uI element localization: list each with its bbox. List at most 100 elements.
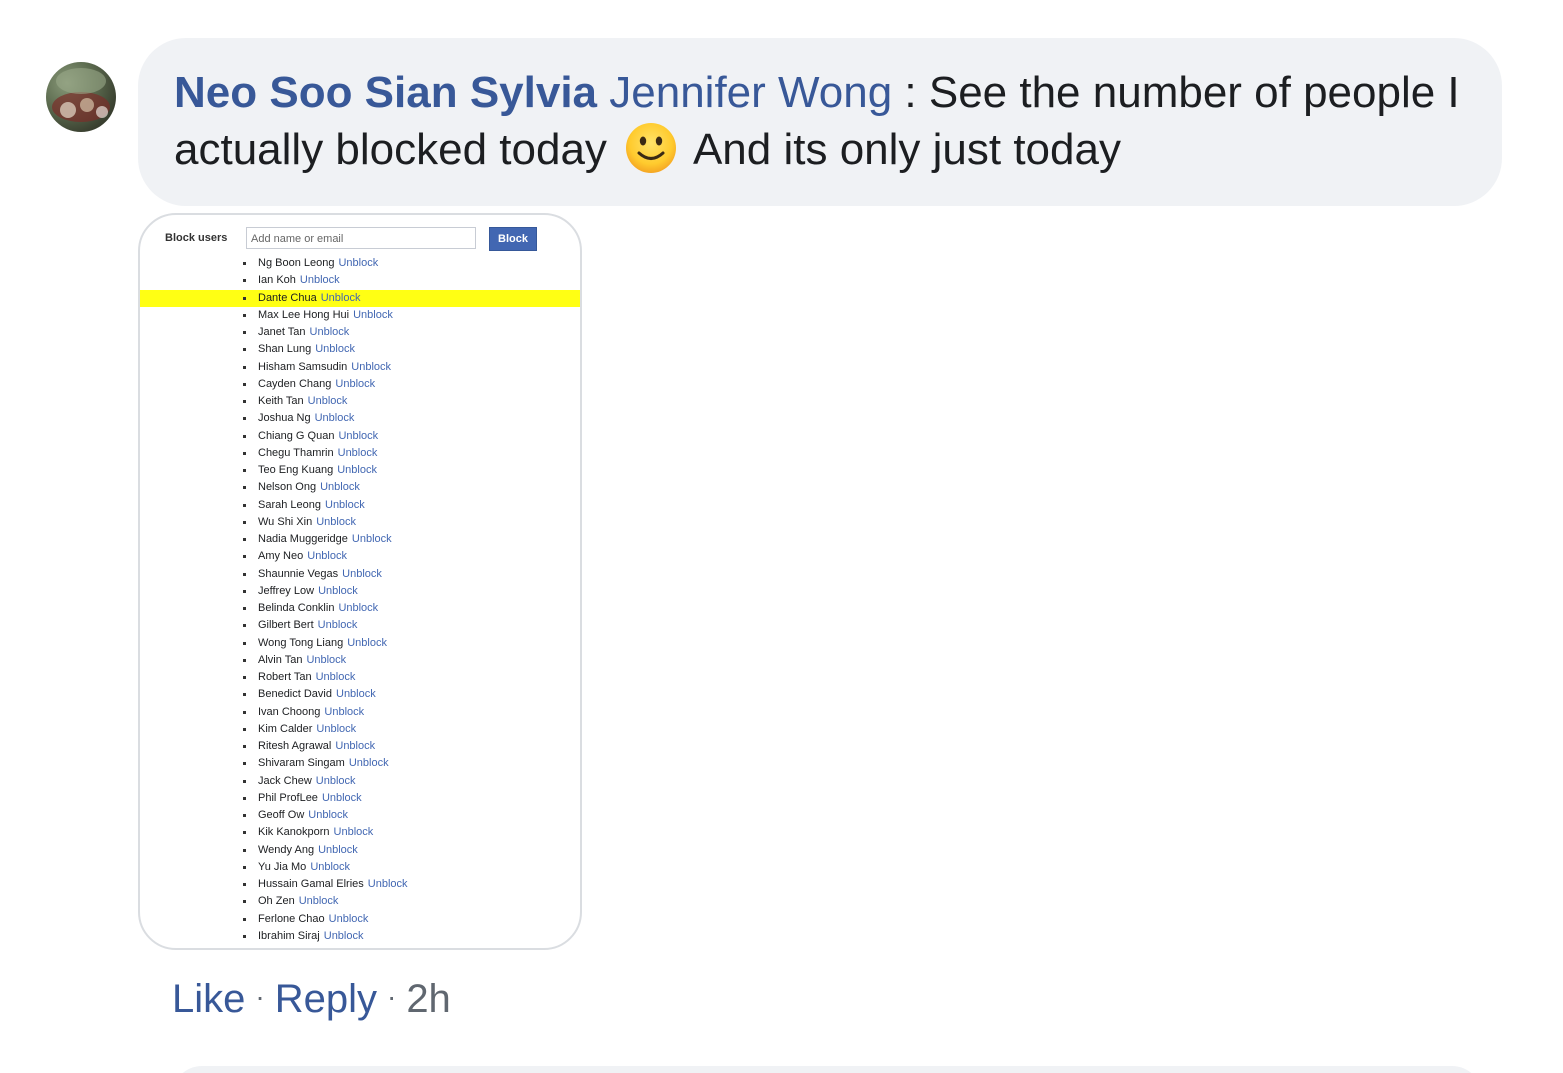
bullet-icon [243,365,246,369]
bullet-icon [243,624,246,628]
unblock-link: Unblock [306,653,347,666]
blocked-user-item: Geoff Ow Unblock [140,807,580,824]
blocked-user-name: Amy Neo [258,550,304,563]
blocked-user-item: Ivan Choong Unblock [140,704,580,721]
comment-text-part-2: And its only just today [683,125,1121,174]
blocked-user-name: Gilbert Bert [258,619,314,632]
blocked-user-name: Ibrahim Siraj [258,929,320,942]
bullet-icon [243,745,246,748]
unblock-link: Unblock [324,705,365,718]
bullet-icon [243,900,246,904]
blocked-user-name: Keith Tan [258,395,304,407]
block-name-input: Add name or email [246,227,476,249]
blocked-user-item: Ferlone Chao Unblock [140,911,580,928]
timestamp[interactable]: 2h [406,977,451,1021]
bullet-icon [243,434,246,438]
blocked-user-name: Shan Lung [258,343,312,356]
unblock-link: Unblock [309,326,350,338]
unblock-link: Unblock [307,550,347,563]
avatar[interactable] [46,62,116,132]
unblock-link: Unblock [315,671,356,683]
unblock-link: Unblock [308,809,349,821]
blocked-user-name: Nadia Muggeridge [258,533,348,545]
bullet-icon [243,831,246,835]
unblock-link: Unblock [315,343,355,356]
bullet-icon [243,589,246,593]
unblock-link: Unblock [314,412,355,425]
blocked-user-item: Wong Tong Liang Unblock [140,635,580,652]
unblock-link: Unblock [338,429,379,442]
unblock-link: Unblock [318,843,358,856]
block-users-label: Block users [165,232,228,244]
bullet-icon [243,693,246,697]
comment-bubble: Neo Soo Sian Sylvia Jennifer Wong : See … [138,38,1502,206]
bullet-icon [243,865,246,869]
unblock-link: Unblock [320,481,360,494]
bullet-icon [243,917,246,921]
bullet-icon [243,883,246,886]
blocked-user-item: Alvin Tan Unblock [140,652,580,669]
unblock-link: Unblock [320,291,361,304]
blocked-user-item: Yu Jia Mo Unblock [140,859,580,876]
blocked-user-name: Chegu Thamrin [258,446,334,459]
comment-thread: Neo Soo Sian Sylvia Jennifer Wong : See … [0,0,1563,1073]
screenshot-attachment[interactable]: Block users Add name or email Block Ng B… [138,213,582,950]
bullet-icon [243,469,246,472]
unblock-link: Unblock [328,912,369,925]
blocked-user-item: Shaunnie Vegas Unblock [140,566,580,583]
blocked-user-name: Max Lee Hong Hui [258,308,350,321]
bullet-icon [243,262,246,265]
blocked-user-item: Kik Kanokporn Unblock [140,824,580,841]
blocked-user-item: Hisham Samsudin Unblock [140,359,580,376]
unblock-link: Unblock [298,895,339,908]
unblock-link: Unblock [353,308,393,321]
separator-dot: · [255,981,265,1012]
blocked-user-name: Joshua Ng [258,412,311,425]
blocked-user-name: Robert Tan [258,671,312,683]
blocked-user-name: Yu Jia Mo [258,860,307,873]
unblock-link: Unblock [351,360,392,373]
bullet-icon [243,279,246,283]
blocked-user-item: Belinda Conklin Unblock [140,600,580,617]
blocked-user-name: Kim Calder [258,722,313,735]
blocked-user-item: Janet Tan Unblock [140,324,580,341]
bullet-icon [243,796,246,800]
unblock-link: Unblock [336,688,376,701]
mention-link[interactable]: Jennifer Wong [609,68,892,117]
blocked-user-name: Wendy Ang [258,843,315,856]
bullet-icon [243,400,246,403]
bullet-icon [243,555,246,559]
unblock-link: Unblock [321,791,362,804]
unblock-link: Unblock [333,826,374,839]
next-comment-bubble [172,1066,1482,1073]
blocked-user-item: Sarah Leong Unblock [140,497,580,514]
unblock-link: Unblock [338,257,379,269]
blocked-user-item: Shivaram Singam Unblock [140,755,580,772]
blocked-user-name: Ferlone Chao [258,912,325,925]
blocked-user-name: Shaunnie Vegas [258,567,339,580]
blocked-user-item: Dante Chua Unblock [140,289,580,307]
like-link[interactable]: Like [172,977,245,1021]
bullet-icon [243,814,246,817]
blocked-user-name: Sarah Leong [258,498,321,511]
reply-link[interactable]: Reply [275,977,377,1021]
unblock-link: Unblock [335,377,376,390]
blocked-user-item: Ritesh Agrawal Unblock [140,738,580,755]
bullet-icon [243,503,246,507]
bullet-icon [243,779,246,783]
blocked-user-name: Chiang G Quan [258,429,335,442]
unblock-link: Unblock [338,602,379,614]
blocked-user-name: Wong Tong Liang [258,636,344,649]
blocked-user-item: Nadia Muggeridge Unblock [140,531,580,548]
comment-author-link[interactable]: Neo Soo Sian Sylvia [174,68,597,117]
blocked-user-item: Ibrahim Siraj Unblock [140,928,580,945]
bullet-icon [243,538,246,541]
blocked-user-item: Robert Tan Unblock [140,669,580,686]
unblock-link: Unblock [317,619,358,632]
blocked-user-name: Belinda Conklin [258,602,335,614]
blocked-user-name: Geoff Ow [258,809,305,821]
unblock-link: Unblock [351,533,392,545]
bullet-icon [243,676,246,679]
bullet-icon [243,451,246,455]
blocked-user-name: Alvin Tan [258,653,303,666]
